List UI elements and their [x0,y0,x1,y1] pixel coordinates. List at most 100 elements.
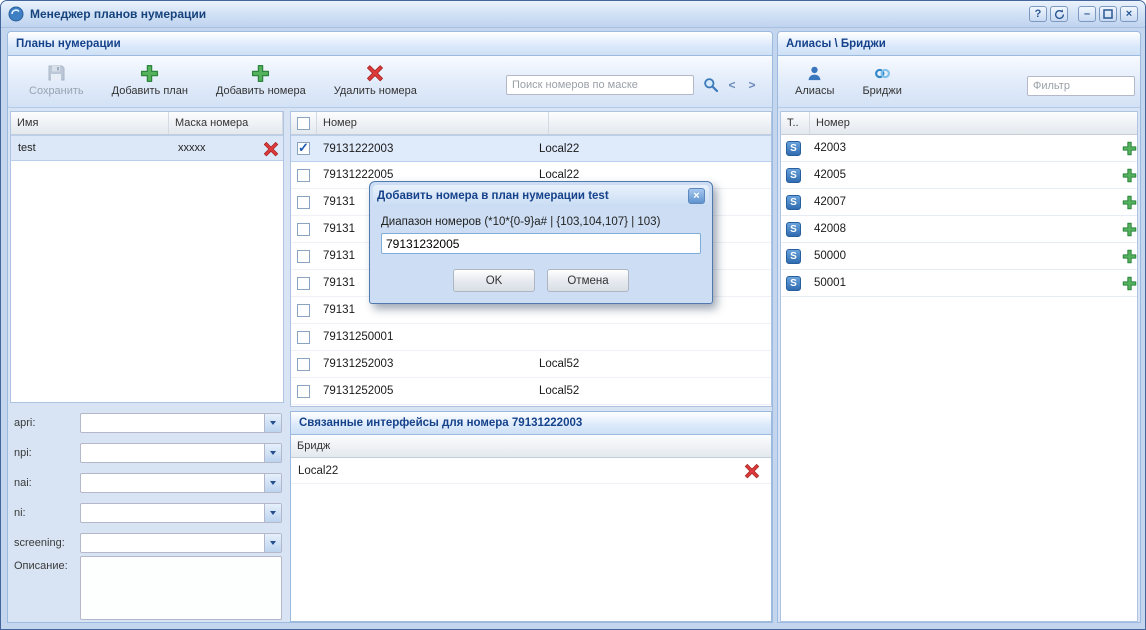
aliases-tab-button[interactable]: Алиасы [786,60,843,100]
search-icon[interactable] [702,76,720,94]
number-row[interactable]: 79131222003 Local22 [291,135,771,162]
row-checkbox[interactable] [297,169,310,182]
add-to-plan-button[interactable] [1122,249,1137,264]
range-input[interactable] [381,233,701,254]
add-plan-label: Добавить план [112,85,188,97]
row-checkbox[interactable] [297,223,310,236]
ni-select[interactable] [80,503,282,523]
row-checkbox[interactable] [297,142,310,155]
add-to-plan-button[interactable] [1122,276,1137,291]
select-all-checkbox-cell[interactable] [291,112,317,134]
add-to-plan-button[interactable] [1122,222,1137,237]
description-label: Описание: [14,560,68,572]
chevron-down-icon[interactable] [264,504,281,522]
cancel-button[interactable]: Отмена [547,269,629,292]
row-checkbox[interactable] [297,196,310,209]
dialog-titlebar[interactable]: Добавить номера в план нумерации test × [373,185,709,207]
prev-page-button[interactable]: < [724,76,740,94]
help-button[interactable]: ? [1029,6,1047,22]
select-all-checkbox[interactable] [297,117,310,130]
column-header-blank [549,112,771,134]
row-checkbox[interactable] [297,358,310,371]
column-header-bridge[interactable]: Бридж [291,435,771,457]
close-button[interactable]: × [1120,6,1138,22]
plans-grid: Имя Маска номера test xxxxx [10,111,284,403]
nai-field-row: nai: [14,472,282,494]
row-checkbox[interactable] [297,250,310,263]
ok-button[interactable]: OK [453,269,535,292]
description-textarea[interactable] [80,556,282,620]
number-row[interactable]: 79131252005 Local52 [291,378,771,405]
bridge-type-icon: S [786,168,801,183]
alias-row[interactable]: S 50001 [781,270,1137,297]
apri-field-row: apri: [14,412,282,434]
minimize-button[interactable]: – [1078,6,1096,22]
bridge-type-icon: S [786,222,801,237]
dialog-body: Диапазон номеров (*10*{0-9}a# | {103,104… [373,207,709,300]
row-checkbox[interactable] [297,277,310,290]
maximize-button[interactable] [1099,6,1117,22]
apri-label: apri: [14,417,80,429]
alias-row[interactable]: S 42008 [781,216,1137,243]
alias-row[interactable]: S 42007 [781,189,1137,216]
chevron-down-icon[interactable] [264,414,281,432]
alias-row[interactable]: S 42005 [781,162,1137,189]
apri-select[interactable] [80,413,282,433]
aliases-panel: Алиасы \ Бриджи Алиасы Бриджи Т.. Номер [777,31,1141,623]
column-header-number[interactable]: Номер [317,112,549,134]
next-page-button[interactable]: > [744,76,760,94]
dialog-close-icon[interactable]: × [688,188,705,204]
add-to-plan-button[interactable] [1122,168,1137,183]
chevron-down-icon[interactable] [264,444,281,462]
save-button[interactable]: Сохранить [20,60,93,100]
number-row[interactable]: 79131252003 Local52 [291,351,771,378]
range-label: Диапазон номеров (*10*{0-9}a# | {103,104… [381,216,701,228]
number-row[interactable]: 79131250001 [291,324,771,351]
add-numbers-button[interactable]: Добавить номера [207,60,315,100]
add-to-plan-button[interactable] [1122,141,1137,156]
add-plan-button[interactable]: Добавить план [103,60,197,100]
alias-number-cell: 50000 [814,250,846,262]
aliases-toolbar: Алиасы Бриджи [778,56,1140,108]
refresh-button[interactable] [1050,6,1068,22]
bridges-icon [872,63,892,83]
alias-row[interactable]: S 50000 [781,243,1137,270]
alias-row[interactable]: S 42003 [781,135,1137,162]
aliases-panel-title: Алиасы \ Бриджи [786,38,886,50]
plan-row[interactable]: test xxxxx [11,135,283,161]
column-header-type[interactable]: Т.. [781,112,810,134]
bridge-cell: Local22 [535,169,579,181]
nai-label: nai: [14,477,80,489]
plans-panel-header: Планы нумерации [8,32,772,56]
unlink-bridge-button[interactable] [744,463,760,479]
interface-row[interactable]: Local22 [291,458,771,484]
chevron-down-icon[interactable] [264,534,281,552]
add-to-plan-button[interactable] [1122,195,1137,210]
npi-select[interactable] [80,443,282,463]
row-checkbox[interactable] [297,304,310,317]
delete-plan-button[interactable] [263,141,279,157]
row-checkbox[interactable] [297,331,310,344]
number-cell: 79131250001 [310,331,535,343]
bridges-tab-button[interactable]: Бриджи [853,60,910,100]
bridge-cell: Local22 [535,143,579,155]
row-checkbox[interactable] [297,385,310,398]
search-input[interactable] [506,75,694,95]
delete-numbers-button[interactable]: Удалить номера [325,60,426,100]
column-header-mask[interactable]: Маска номера [169,112,283,134]
column-header-name[interactable]: Имя [11,112,169,134]
screening-select[interactable] [80,533,282,553]
npi-field-row: npi: [14,442,282,464]
dialog-buttons: OK Отмена [381,269,701,292]
filter-input[interactable] [1027,76,1135,96]
window-title: Менеджер планов нумерации [30,7,206,21]
chevron-down-icon[interactable] [264,474,281,492]
plans-panel-title: Планы нумерации [16,38,121,50]
plans-panel: Планы нумерации Сохранить Добавить план … [7,31,773,623]
screening-field-row: screening: [14,532,282,554]
column-header-alias-number[interactable]: Номер [810,112,1137,134]
nai-select[interactable] [80,473,282,493]
dialog-title: Добавить номера в план нумерации test [377,190,609,202]
window-titlebar[interactable]: Менеджер планов нумерации ? – × [1,1,1145,28]
bridge-type-icon: S [786,249,801,264]
